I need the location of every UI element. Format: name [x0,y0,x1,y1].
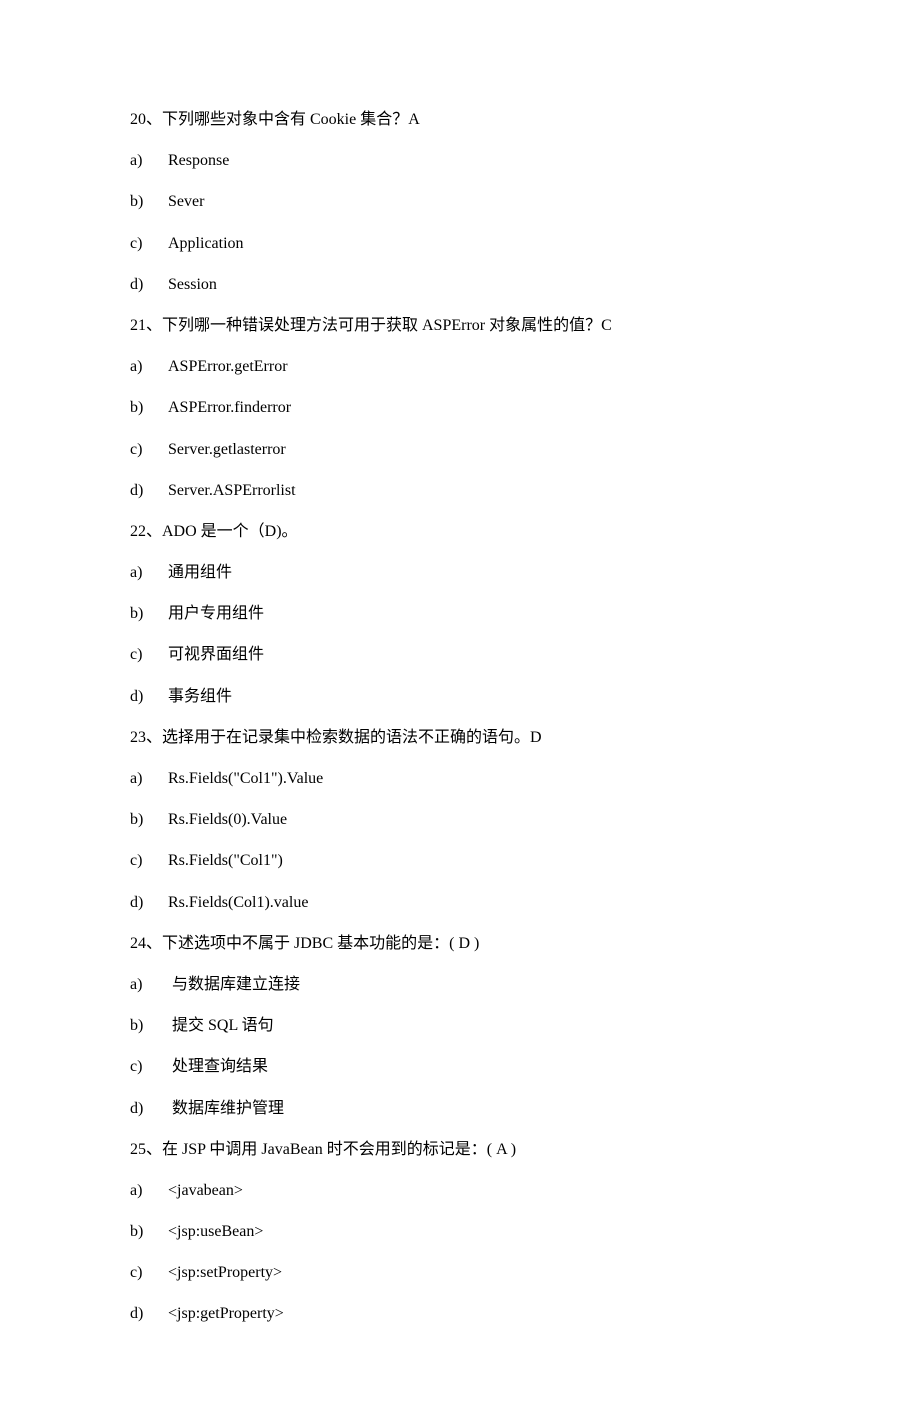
option-label: d) [130,1304,168,1323]
question-text: 23、选择用于在记录集中检索数据的语法不正确的语句。D [130,728,790,747]
option-item: c)Server.getlasterror [130,440,790,459]
option-label: b) [130,1016,168,1035]
option-item: a)Rs.Fields("Col1").Value [130,769,790,788]
option-label: a) [130,1181,168,1200]
option-label: d) [130,481,168,500]
document-content: 20、下列哪些对象中含有 Cookie 集合？A a)Response b)Se… [130,110,790,1324]
option-text: 与数据库建立连接 [168,976,300,993]
option-item: d)Rs.Fields(Col1).value [130,893,790,912]
option-label: a) [130,975,168,994]
option-item: b)ASPError.finderror [130,398,790,417]
option-item: a)Response [130,151,790,170]
option-label: a) [130,563,168,582]
option-text: ASPError.getError [168,358,288,375]
option-label: b) [130,604,168,623]
option-text: <jsp:useBean> [168,1223,263,1240]
option-item: c)Rs.Fields("Col1") [130,851,790,870]
option-text: Application [168,235,244,252]
option-label: b) [130,398,168,417]
option-label: c) [130,851,168,870]
option-label: b) [130,192,168,211]
option-label: d) [130,893,168,912]
option-item: c)Application [130,234,790,253]
question-block: 23、选择用于在记录集中检索数据的语法不正确的语句。D a)Rs.Fields(… [130,728,790,912]
question-block: 20、下列哪些对象中含有 Cookie 集合？A a)Response b)Se… [130,110,790,294]
option-label: c) [130,440,168,459]
option-item: b) 提交 SQL 语句 [130,1016,790,1035]
option-label: c) [130,645,168,664]
option-label: a) [130,769,168,788]
option-text: <jsp:setProperty> [168,1264,282,1281]
option-label: d) [130,275,168,294]
option-item: b)<jsp:useBean> [130,1222,790,1241]
option-item: d)Session [130,275,790,294]
option-label: d) [130,1099,168,1118]
option-text: 处理查询结果 [168,1058,268,1075]
question-text: 22、ADO 是一个（D)。 [130,522,790,541]
option-label: d) [130,687,168,706]
option-text: 通用组件 [168,564,232,581]
option-label: a) [130,357,168,376]
option-item: c) 处理查询结果 [130,1057,790,1076]
option-item: b)用户专用组件 [130,604,790,623]
option-text: Response [168,152,229,169]
option-text: 事务组件 [168,688,232,705]
option-text: Server.ASPErrorlist [168,482,296,499]
option-text: Rs.Fields("Col1") [168,852,283,869]
option-text: 提交 SQL 语句 [168,1017,274,1034]
option-text: Rs.Fields(0).Value [168,811,287,828]
question-text: 20、下列哪些对象中含有 Cookie 集合？A [130,110,790,129]
option-item: c)可视界面组件 [130,645,790,664]
option-text: <jsp:getProperty> [168,1305,284,1322]
option-text: Server.getlasterror [168,441,286,458]
option-text: Rs.Fields("Col1").Value [168,770,323,787]
option-label: b) [130,810,168,829]
option-item: d)Server.ASPErrorlist [130,481,790,500]
option-item: a)通用组件 [130,563,790,582]
option-item: a) 与数据库建立连接 [130,975,790,994]
option-text: ASPError.finderror [168,399,291,416]
option-item: a)<javabean> [130,1181,790,1200]
option-item: d)<jsp:getProperty> [130,1304,790,1323]
option-item: d)事务组件 [130,687,790,706]
option-item: b)Sever [130,192,790,211]
option-text: Rs.Fields(Col1).value [168,894,308,911]
option-label: c) [130,1057,168,1076]
question-block: 24、下述选项中不属于 JDBC 基本功能的是：( D ) a) 与数据库建立连… [130,934,790,1118]
question-text: 24、下述选项中不属于 JDBC 基本功能的是：( D ) [130,934,790,953]
option-text: Sever [168,193,204,210]
question-block: 22、ADO 是一个（D)。 a)通用组件 b)用户专用组件 c)可视界面组件 … [130,522,790,706]
question-text: 25、在 JSP 中调用 JavaBean 时不会用到的标记是：( A ) [130,1140,790,1159]
question-block: 21、下列哪一种错误处理方法可用于获取 ASPError 对象属性的值？C a)… [130,316,790,500]
question-text: 21、下列哪一种错误处理方法可用于获取 ASPError 对象属性的值？C [130,316,790,335]
option-item: a)ASPError.getError [130,357,790,376]
option-item: c)<jsp:setProperty> [130,1263,790,1282]
option-label: c) [130,1263,168,1282]
option-text: 数据库维护管理 [168,1100,284,1117]
option-text: 用户专用组件 [168,605,264,622]
option-text: 可视界面组件 [168,646,264,663]
question-block: 25、在 JSP 中调用 JavaBean 时不会用到的标记是：( A ) a)… [130,1140,790,1324]
option-item: d) 数据库维护管理 [130,1099,790,1118]
option-label: b) [130,1222,168,1241]
option-text: <javabean> [168,1182,243,1199]
option-label: c) [130,234,168,253]
option-item: b)Rs.Fields(0).Value [130,810,790,829]
option-label: a) [130,151,168,170]
option-text: Session [168,276,217,293]
